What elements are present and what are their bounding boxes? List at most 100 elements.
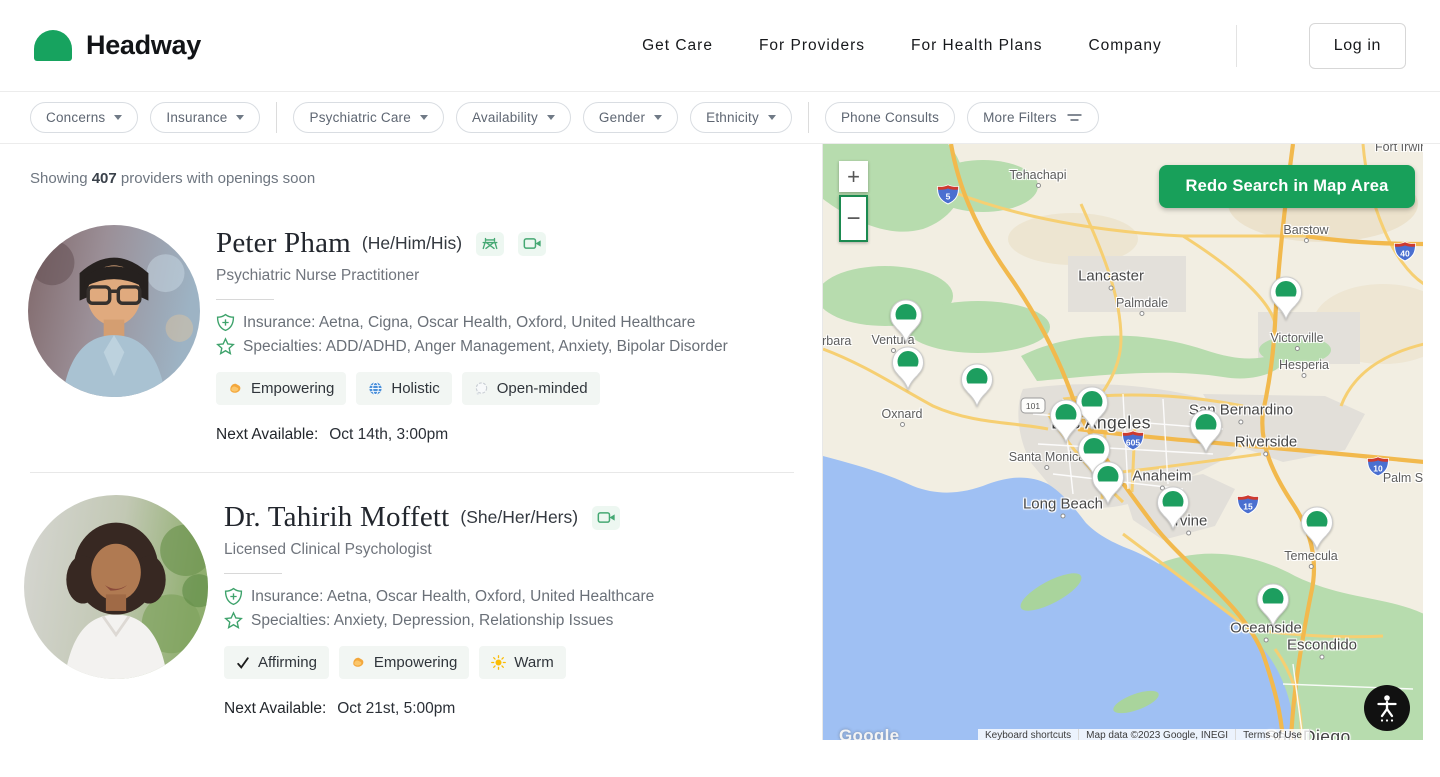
map-label-dot: [1187, 531, 1192, 536]
redo-search-button[interactable]: Redo Search in Map Area: [1159, 165, 1415, 208]
svg-text:101: 101: [1026, 401, 1040, 411]
map-label-dot: [1302, 373, 1307, 378]
svg-text:5: 5: [946, 192, 951, 202]
nav-divider: [1236, 25, 1237, 67]
provider-name[interactable]: Dr. Tahirih Moffett: [224, 501, 449, 534]
provider-pronouns: (He/Him/His): [362, 233, 462, 254]
map-zoom-out-button[interactable]: −: [839, 195, 868, 242]
insurance-shield-icon: [224, 587, 243, 606]
filter-more-filters[interactable]: More Filters: [967, 102, 1099, 133]
nav-for-health-plans[interactable]: For Health Plans: [911, 37, 1042, 55]
map-pin[interactable]: [1091, 461, 1125, 505]
map-zoom-in-button[interactable]: +: [839, 161, 868, 192]
map-pin[interactable]: [891, 346, 925, 390]
chevron-down-icon: [654, 115, 662, 120]
map-label-dot: [1036, 183, 1041, 188]
filter-concerns[interactable]: Concerns: [30, 102, 138, 133]
badge-label: Empowering: [374, 654, 457, 671]
headway-logo-icon: [34, 30, 72, 61]
provider-name[interactable]: Peter Pham: [216, 227, 351, 260]
filter-label: Gender: [599, 110, 645, 125]
map-pin[interactable]: [1156, 486, 1190, 530]
sun-icon: [491, 655, 506, 670]
check-icon: [236, 656, 250, 670]
specialties-label: Specialties:: [251, 612, 330, 629]
insurance-label: Insurance:: [251, 588, 323, 605]
map-attribution: Keyboard shortcuts Map data ©2023 Google…: [978, 729, 1310, 740]
badge-empowering: Empowering: [216, 372, 346, 405]
map-label: Tehachapi: [1010, 168, 1067, 182]
map-label-dot: [1304, 238, 1309, 243]
results-count: 407: [92, 170, 117, 187]
provider-card[interactable]: Peter Pham (He/Him/His) Psychiatri: [30, 225, 822, 444]
provider-photo[interactable]: [24, 495, 208, 679]
provider-photo[interactable]: [28, 225, 200, 397]
divider: [216, 299, 274, 300]
trait-badges: Empowering Holistic: [216, 372, 728, 405]
badge-label: Empowering: [251, 380, 334, 397]
map-pin[interactable]: [889, 299, 923, 343]
svg-text:605: 605: [1126, 438, 1140, 448]
chevron-down-icon: [547, 115, 555, 120]
terms-link[interactable]: Terms of Use: [1236, 729, 1310, 740]
filter-gender[interactable]: Gender: [583, 102, 678, 133]
filter-phone-consults[interactable]: Phone Consults: [825, 102, 955, 133]
filter-availability[interactable]: Availability: [456, 102, 571, 133]
headway-logo[interactable]: Headway: [34, 30, 201, 61]
muscle-icon: [351, 655, 366, 670]
chevron-down-icon: [420, 115, 428, 120]
specialties-label: Specialties:: [243, 338, 322, 355]
results-summary: Showing 407 providers with openings soon: [30, 170, 822, 187]
accessibility-icon: [1374, 693, 1400, 723]
map-pin[interactable]: [1256, 583, 1290, 627]
filter-bar: Concerns Insurance Psychiatric Care Avai…: [0, 92, 1440, 144]
map-label-dot: [1309, 564, 1314, 569]
map-label-dot: [900, 422, 905, 427]
specialties-star-icon: [216, 337, 235, 356]
chevron-down-icon: [236, 115, 244, 120]
provider-credential: Licensed Clinical Psychologist: [224, 541, 654, 559]
badge-label: Holistic: [391, 380, 439, 397]
filter-insurance[interactable]: Insurance: [150, 102, 260, 133]
provider-details: Peter Pham (He/Him/His) Psychiatri: [216, 225, 728, 444]
map-data-text: Map data ©2023 Google, INEGI: [1079, 729, 1236, 740]
map-label: Anaheim: [1132, 468, 1191, 485]
results-panel: Showing 407 providers with openings soon: [0, 144, 822, 777]
specialties-values: Anxiety, Depression, Relationship Issues: [334, 612, 614, 629]
nav-company[interactable]: Company: [1088, 37, 1161, 55]
specialties-values: ADD/ADHD, Anger Management, Anxiety, Bip…: [326, 338, 728, 355]
map-panel[interactable]: 5401016051510 Fort IrwinTehachapiBarstow…: [822, 144, 1423, 740]
map-label: Oxnard: [882, 407, 923, 421]
sliders-icon: [1066, 111, 1083, 124]
map-label-dot: [1060, 514, 1065, 519]
map-pin[interactable]: [1189, 409, 1223, 453]
chevron-down-icon: [114, 115, 122, 120]
muscle-icon: [228, 381, 243, 396]
summary-suffix: providers with openings soon: [117, 170, 315, 187]
map-label: Barstow: [1283, 223, 1328, 237]
filter-label: Psychiatric Care: [309, 110, 410, 125]
login-button[interactable]: Log in: [1309, 23, 1406, 69]
provider-card[interactable]: Dr. Tahirih Moffett (She/Her/Hers) Licen…: [30, 499, 822, 718]
provider-details: Dr. Tahirih Moffett (She/Her/Hers) Licen…: [224, 499, 654, 718]
brand-name: Headway: [86, 30, 201, 61]
map-label-dot: [1264, 452, 1269, 457]
keyboard-shortcuts-link[interactable]: Keyboard shortcuts: [978, 729, 1079, 740]
filter-psychiatric-care[interactable]: Psychiatric Care: [293, 102, 443, 133]
map-pin[interactable]: [1300, 506, 1334, 550]
map-label: Palm Springs: [1383, 471, 1423, 485]
map-label-dot: [1264, 638, 1269, 643]
chevron-down-icon: [768, 115, 776, 120]
insurance-values: Aetna, Oscar Health, Oxford, United Heal…: [327, 588, 654, 605]
nav-for-providers[interactable]: For Providers: [759, 37, 865, 55]
accessibility-button[interactable]: [1364, 685, 1410, 731]
google-logo[interactable]: Google: [839, 726, 899, 740]
svg-text:15: 15: [1243, 502, 1253, 512]
filter-ethnicity[interactable]: Ethnicity: [690, 102, 792, 133]
thought-icon: [474, 381, 489, 396]
map-pin[interactable]: [960, 363, 994, 407]
map-label-dot: [1045, 465, 1050, 470]
interstate-shield: 40: [1393, 241, 1417, 267]
map-pin[interactable]: [1269, 276, 1303, 320]
nav-get-care[interactable]: Get Care: [642, 37, 713, 55]
